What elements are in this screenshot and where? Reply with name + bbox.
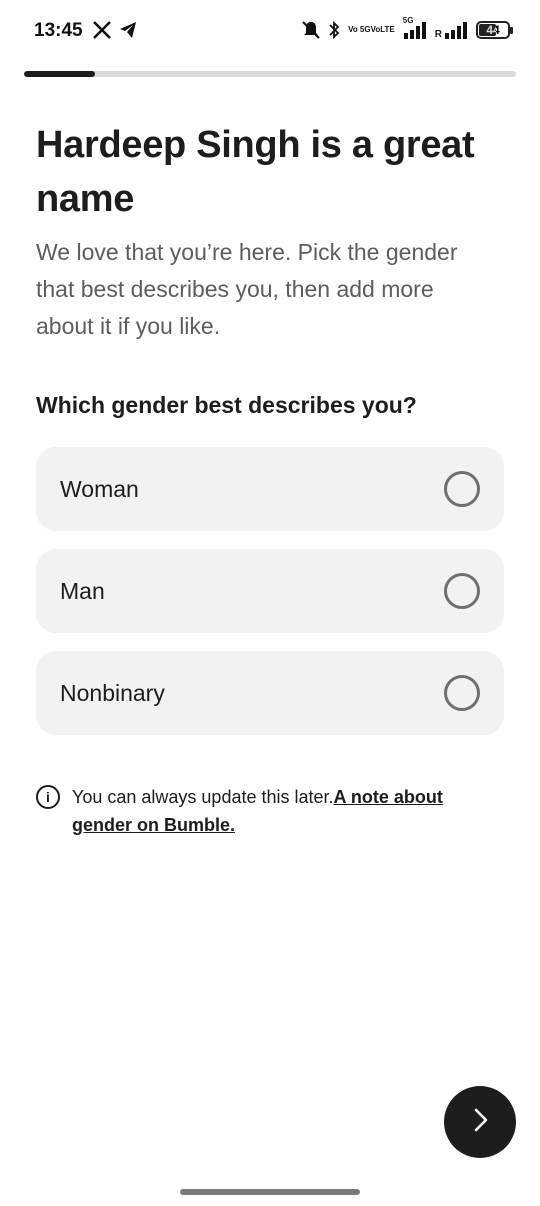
bluetooth-icon	[328, 20, 340, 40]
telegram-icon	[118, 20, 138, 40]
battery-icon: 44	[476, 21, 513, 39]
page-title: Hardeep Singh is a great name	[36, 124, 475, 220]
chevron-right-icon	[466, 1106, 494, 1139]
option-woman[interactable]: Woman	[36, 447, 504, 531]
option-nonbinary[interactable]: Nonbinary	[36, 651, 504, 735]
5g-signal-icon: 5G	[403, 16, 427, 40]
signal-icon: R	[435, 20, 468, 40]
battery-level: 44	[486, 23, 500, 37]
roaming-label: R	[434, 29, 442, 40]
status-left-icons	[92, 20, 138, 40]
option-label: Woman	[60, 475, 139, 502]
status-bar: 13:45 Vo 5G VoLTE 5G R 44	[0, 0, 540, 62]
option-man[interactable]: Man	[36, 549, 504, 633]
progress-bar	[24, 71, 516, 77]
gender-options: Woman Man Nonbinary	[36, 447, 504, 753]
home-indicator[interactable]	[180, 1189, 360, 1195]
volte-bottom-label: VoLTE	[370, 25, 395, 34]
page-subtitle: We love that you’re here. Pick the gende…	[36, 239, 458, 339]
gender-question: Which gender best describes you?	[36, 392, 417, 418]
option-label: Nonbinary	[60, 679, 165, 706]
network-label: 5G	[402, 16, 414, 25]
progress-fill	[24, 71, 96, 77]
volte-top-label: Vo 5G	[348, 25, 371, 34]
option-label: Man	[60, 577, 105, 604]
status-time: 13:45	[34, 20, 83, 41]
x-icon	[92, 20, 112, 40]
next-button[interactable]	[444, 1086, 516, 1158]
gender-note: i You can always update this later.A not…	[36, 783, 496, 839]
volte-icon: Vo 5G VoLTE	[348, 26, 395, 34]
radio-button[interactable]	[444, 471, 480, 507]
status-right-icons: Vo 5G VoLTE 5G R 44	[302, 16, 513, 40]
radio-button[interactable]	[444, 573, 480, 609]
info-icon: i	[36, 785, 60, 809]
radio-button[interactable]	[444, 675, 480, 711]
note-text: You can always update this later.	[72, 787, 334, 807]
note-text-wrapper: You can always update this later.A note …	[72, 783, 496, 839]
mute-icon	[302, 20, 320, 40]
